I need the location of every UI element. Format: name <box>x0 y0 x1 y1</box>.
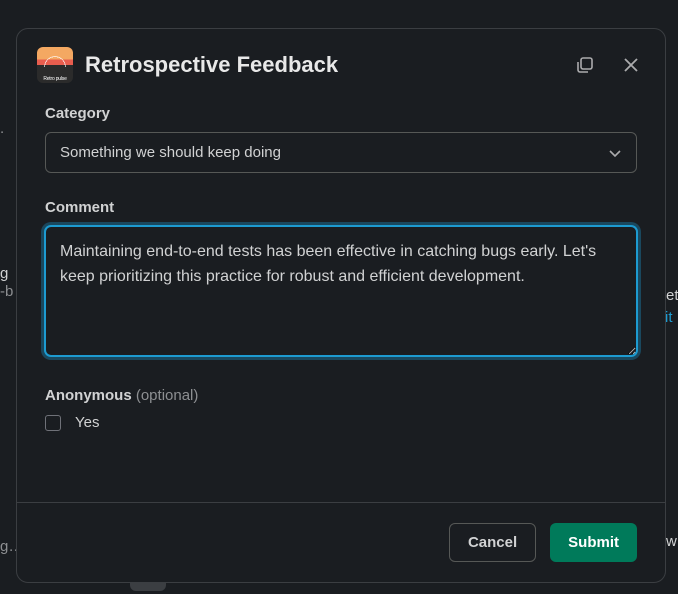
app-icon <box>37 47 73 83</box>
popout-icon <box>575 55 595 75</box>
modal-footer: Cancel Submit <box>17 502 665 582</box>
feedback-modal: Retrospective Feedback Category Somethin… <box>16 28 666 583</box>
anonymous-label: Anonymous (optional) <box>45 387 637 404</box>
comment-wrap <box>45 226 637 361</box>
bg-fragment: et <box>666 287 678 304</box>
anonymous-option-label: Yes <box>75 414 99 431</box>
category-label: Category <box>45 105 637 122</box>
popout-button[interactable] <box>571 51 599 79</box>
bg-fragment: . <box>0 120 4 137</box>
bg-fragment: w <box>666 533 677 550</box>
bg-fragment: g <box>0 265 8 282</box>
bg-fragment: -b <box>0 283 13 300</box>
close-icon <box>621 55 641 75</box>
cancel-button[interactable]: Cancel <box>449 523 536 562</box>
comment-textarea[interactable] <box>45 226 637 356</box>
anonymous-checkbox[interactable] <box>45 415 61 431</box>
anonymous-checkbox-row: Yes <box>45 414 637 431</box>
anonymous-label-text: Anonymous <box>45 387 132 404</box>
category-select-wrap: Something we should keep doing <box>45 132 637 173</box>
bg-fragment: it <box>665 309 673 326</box>
comment-label: Comment <box>45 199 637 216</box>
header-actions <box>571 51 645 79</box>
submit-button[interactable]: Submit <box>550 523 637 562</box>
modal-body: Category Something we should keep doing … <box>17 97 665 502</box>
optional-text: (optional) <box>136 387 199 404</box>
close-button[interactable] <box>617 51 645 79</box>
category-select[interactable]: Something we should keep doing <box>45 132 637 173</box>
modal-title: Retrospective Feedback <box>85 52 559 78</box>
modal-header: Retrospective Feedback <box>17 29 665 97</box>
